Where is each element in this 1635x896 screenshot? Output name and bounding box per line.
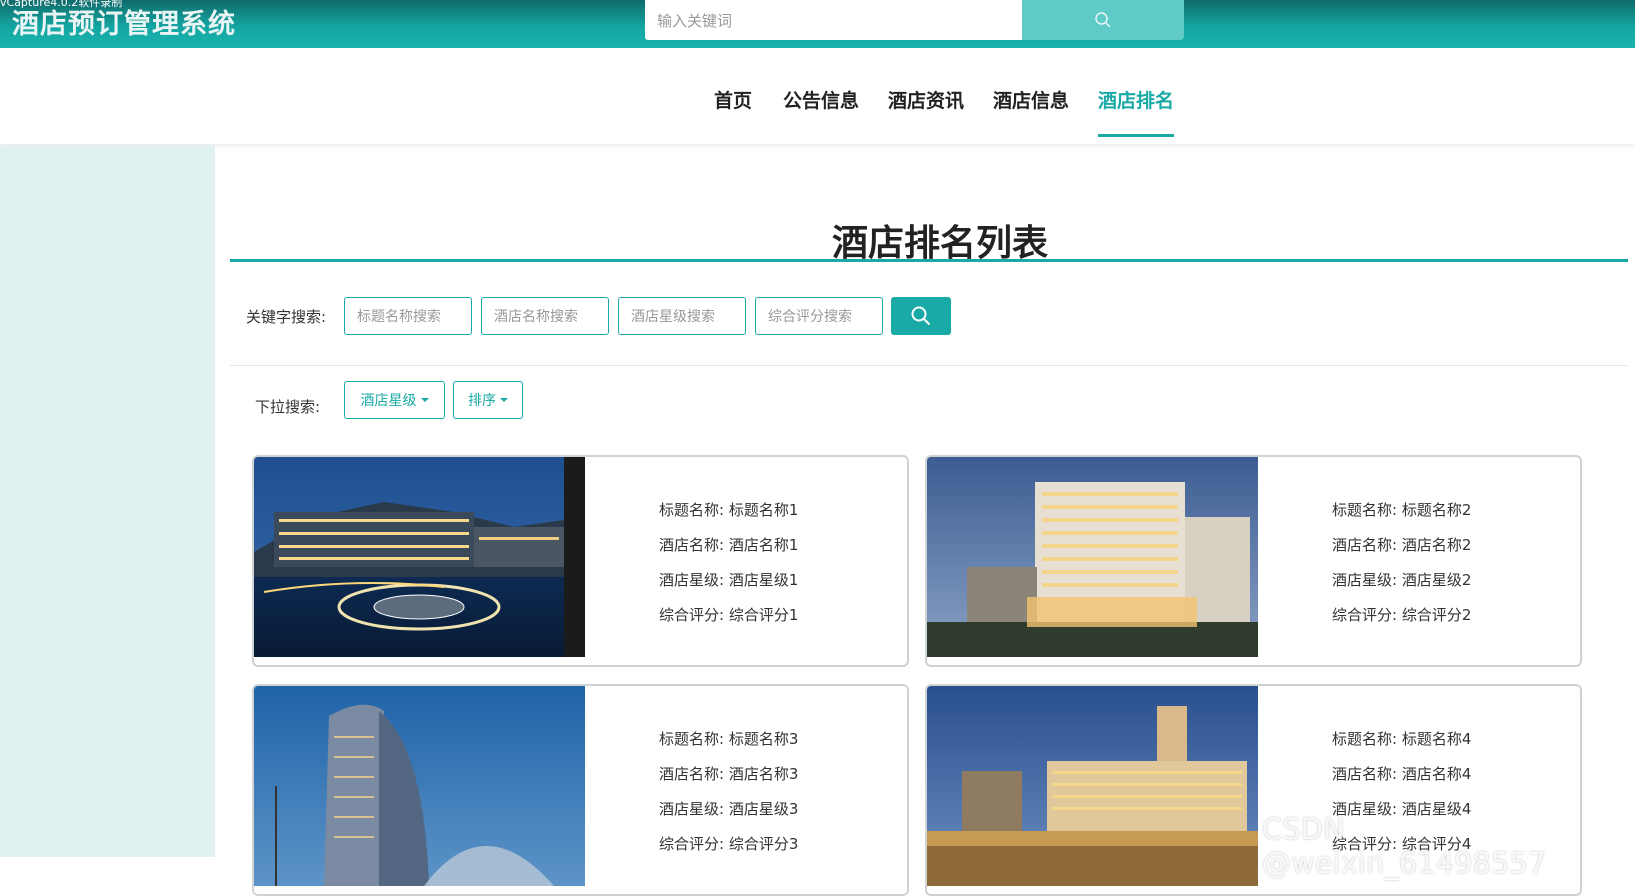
hotel-star-search-input[interactable]: 酒店星级搜索 [618,297,746,335]
top-header: 酒店预订管理系统 vCapture4.0.2软件录制 输入关键词 [0,0,1635,48]
hotel-card[interactable]: 标题名称: 标题名称2 酒店名称: 酒店名称2 酒店星级: 酒店星级2 综合评分… [925,455,1582,667]
hotel-star-dropdown[interactable]: 酒店星级 [344,381,445,419]
search-placeholder: 输入关键词 [657,11,733,30]
score-field: 综合评分: 综合评分2 [1332,606,1472,624]
hotel-image [927,686,1258,886]
nav-item-hotel-ranking[interactable]: 酒店排名 [1098,86,1174,113]
nav-item-hotel-info[interactable]: 酒店信息 [993,86,1069,113]
sort-dropdown[interactable]: 排序 [453,381,523,419]
nav-item-home[interactable]: 首页 [714,86,752,113]
left-side-panel [0,145,215,857]
filter-divider [230,365,1628,366]
hotel-star-placeholder: 酒店星级搜索 [631,309,715,325]
hotel-image [254,457,585,657]
keyword-search-label: 关键字搜索: [246,308,327,326]
hotel-star-field: 酒店星级: 酒店星级1 [659,571,799,589]
title-name-field: 标题名称: 标题名称2 [1332,501,1472,519]
search-icon [911,306,931,326]
search-button[interactable] [1022,0,1184,40]
hotel-name-search-input[interactable]: 酒店名称搜索 [481,297,609,335]
title-name-field: 标题名称: 标题名称3 [659,730,799,748]
score-placeholder: 综合评分搜索 [768,309,852,325]
hotel-name-field: 酒店名称: 酒店名称3 [659,765,799,783]
main-nav: 首页 公告信息 酒店资讯 酒店信息 酒店排名 [0,48,1635,144]
nav-active-indicator [1098,134,1174,137]
title-name-field: 标题名称: 标题名称4 [1332,730,1472,748]
hotel-name-field: 酒店名称: 酒店名称2 [1332,536,1472,554]
hotel-card-info: 标题名称: 标题名称2 酒店名称: 酒店名称2 酒店星级: 酒店星级2 综合评分… [1332,493,1471,633]
score-field: 综合评分: 综合评分1 [659,606,799,624]
hotel-image [927,457,1258,657]
search-input[interactable]: 输入关键词 [645,0,1022,40]
hotel-card-info: 标题名称: 标题名称3 酒店名称: 酒店名称3 酒店星级: 酒店星级3 综合评分… [659,722,798,862]
nav-item-announcements[interactable]: 公告信息 [783,86,859,113]
score-search-input[interactable]: 综合评分搜索 [755,297,883,335]
hotel-name-field: 酒店名称: 酒店名称4 [1332,765,1472,783]
nav-item-hotel-news[interactable]: 酒店资讯 [888,86,964,113]
title-name-placeholder: 标题名称搜索 [357,309,441,325]
caret-down-icon [500,398,508,402]
hotel-card-info: 标题名称: 标题名称1 酒店名称: 酒店名称1 酒店星级: 酒店星级1 综合评分… [659,493,798,633]
title-divider [230,259,1628,262]
hotel-card[interactable]: 标题名称: 标题名称1 酒店名称: 酒店名称1 酒店星级: 酒店星级1 综合评分… [252,455,909,667]
hotel-name-field: 酒店名称: 酒店名称1 [659,536,799,554]
hotel-name-placeholder: 酒店名称搜索 [494,309,578,325]
search-icon [1095,12,1111,28]
dropdown-search-label: 下拉搜索: [255,398,321,416]
hotel-star-dropdown-label: 酒店星级 [360,393,417,409]
title-name-field: 标题名称: 标题名称1 [659,501,799,519]
caret-down-icon [420,398,429,402]
sort-dropdown-label: 排序 [468,393,496,409]
hotel-star-field: 酒店星级: 酒店星级2 [1332,571,1472,589]
hotel-star-field: 酒店星级: 酒店星级3 [659,800,799,818]
keyword-search-button[interactable] [891,297,951,335]
recorder-overlay-text: vCapture4.0.2软件录制 [0,0,123,9]
csdn-watermark: CSDN @weixin_61498557 [1262,812,1547,880]
hotel-image [254,686,585,886]
title-name-search-input[interactable]: 标题名称搜索 [344,297,472,335]
hotel-card[interactable]: 标题名称: 标题名称3 酒店名称: 酒店名称3 酒店星级: 酒店星级3 综合评分… [252,684,909,896]
